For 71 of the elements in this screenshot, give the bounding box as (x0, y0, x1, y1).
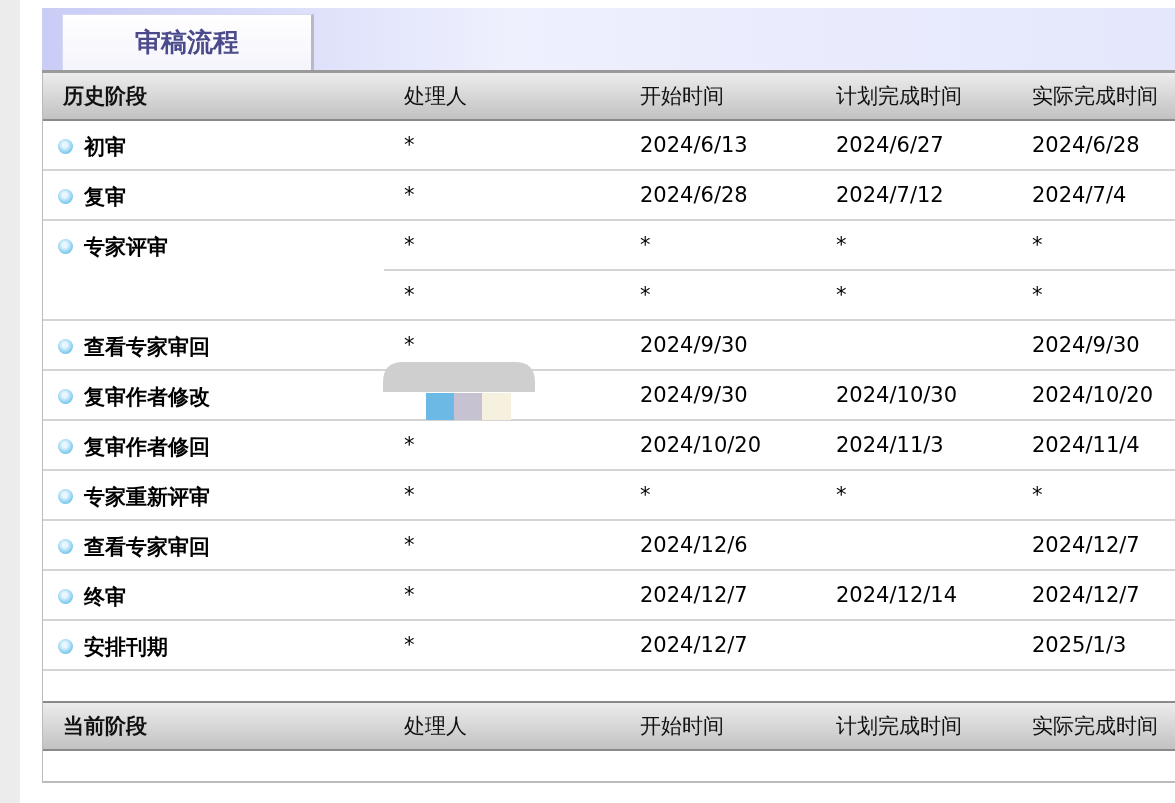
stage-name: 查看专家审回 (84, 334, 210, 361)
section-header: 当前阶段 (62, 713, 148, 740)
table-cell-text: 2024/6/28 (1031, 133, 1141, 157)
column-header: 计划完成时间 (835, 713, 963, 740)
table-cell-text: 2024/10/20 (639, 433, 763, 457)
stage-name: 初审 (84, 134, 126, 161)
bullet-icon (58, 339, 73, 354)
bullet-icon (58, 389, 73, 404)
stage-name: 终审 (84, 584, 126, 611)
table-cell-text: * (639, 483, 652, 507)
table-cell-text: * (639, 283, 652, 307)
table-cell-text: * (403, 583, 416, 607)
table-cell-text: 2024/9/30 (1031, 333, 1141, 357)
table-cell-text: * (835, 233, 848, 257)
bullet-icon (58, 439, 73, 454)
column-header: 实际完成时间 (1031, 713, 1159, 740)
table-cell-text: 2024/12/7 (639, 583, 749, 607)
table-cell-text: 2024/7/12 (835, 183, 945, 207)
bullet-icon (58, 189, 73, 204)
column-header: 处理人 (403, 83, 468, 110)
table-cell-text: * (403, 633, 416, 657)
column-header: 计划完成时间 (835, 83, 963, 110)
table-cell-text: 2024/12/7 (1031, 583, 1141, 607)
table-cell-text: 2024/6/13 (639, 133, 749, 157)
section-header: 历史阶段 (62, 83, 148, 110)
bullet-icon (58, 639, 73, 654)
table-cell-text: * (1031, 233, 1044, 257)
table-cell-text: * (403, 483, 416, 507)
stage-name: 专家重新评审 (84, 484, 210, 511)
stage-name: 复审作者修改 (84, 384, 210, 411)
table-cell-text: * (403, 183, 416, 207)
table-cell-text: * (835, 483, 848, 507)
stage-name: 专家评审 (84, 234, 168, 261)
bullet-icon (58, 139, 73, 154)
table-cell-text: * (403, 433, 416, 457)
table-cell-text: * (403, 283, 416, 307)
table-cell-text: 2024/6/27 (835, 133, 945, 157)
table-cell-text: 2024/12/14 (835, 583, 959, 607)
table-cell-text: * (403, 233, 416, 257)
table-cell-text: 2024/11/4 (1031, 433, 1141, 457)
table-cell-text: 2024/9/30 (639, 383, 749, 407)
stage-name: 查看专家审回 (84, 534, 210, 561)
table-cell-text: 2024/12/7 (1031, 533, 1141, 557)
bullet-icon (58, 539, 73, 554)
table-cell-text: 2025/1/3 (1031, 633, 1128, 657)
table-cell-text: * (1031, 283, 1044, 307)
table-cell-text: 2024/7/4 (1031, 183, 1128, 207)
tab[interactable]: 审稿流程 (62, 14, 314, 70)
column-header: 开始时间 (639, 83, 725, 110)
table-cell-text: 2024/12/6 (639, 533, 749, 557)
column-header: 开始时间 (639, 713, 725, 740)
table-cell-text: 2024/9/30 (639, 333, 749, 357)
table-cell-text: * (835, 283, 848, 307)
table-cell-text: 2024/10/20 (1031, 383, 1155, 407)
bullet-icon (58, 489, 73, 504)
column-header: 实际完成时间 (1031, 83, 1159, 110)
table-cell-text: * (403, 333, 416, 357)
stage-name: 复审作者修回 (84, 434, 210, 461)
stage-name: 安排刊期 (84, 634, 168, 661)
table-cell-text: * (403, 133, 416, 157)
table-cell-text: 2024/6/28 (639, 183, 749, 207)
table-cell-text: * (1031, 483, 1044, 507)
column-header: 处理人 (403, 713, 468, 740)
table-cell-text: * (639, 233, 652, 257)
table-cell-text: 2024/10/30 (835, 383, 959, 407)
bullet-icon (58, 589, 73, 604)
bullet-icon (58, 239, 73, 254)
table-cell-text: 2024/11/3 (835, 433, 945, 457)
stage-name: 复审 (84, 184, 126, 211)
table-cell-text: 2024/12/7 (639, 633, 749, 657)
table-cell-text: * (403, 533, 416, 557)
